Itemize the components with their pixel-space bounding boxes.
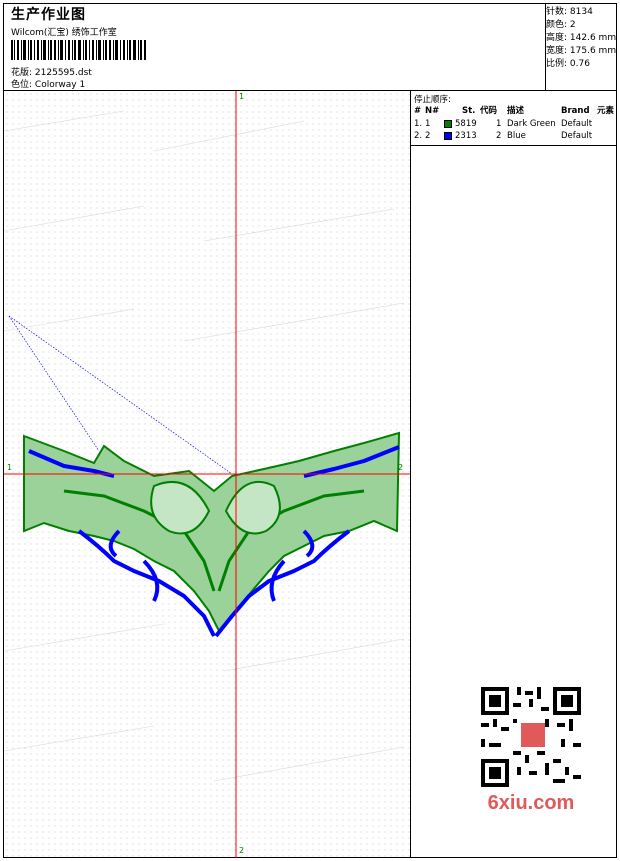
barcode-icon <box>11 40 146 60</box>
color-swatch-blue <box>444 132 452 140</box>
watermark-text: 6xiu.com <box>487 792 575 814</box>
stat-height: 高度: 142.6 mm <box>546 33 617 43</box>
design-stats: 针数: 8134 颜色: 2 高度: 142.6 mm 宽度: 175.6 mm… <box>546 6 618 71</box>
center-axes <box>4 91 410 858</box>
embroidery-design <box>4 91 410 858</box>
qr-logo-icon <box>521 723 545 747</box>
colorway-value: Colorway 1 <box>34 80 86 90</box>
header-info: 生产作业图 Wilcom(汇宝) 绣饰工作室 花版: 2125595.dst 色… <box>7 4 546 90</box>
watermark: 6xiu.com <box>471 682 591 822</box>
stat-width: 宽度: 175.6 mm <box>546 46 617 56</box>
stop-row[interactable]: 1. 1 5819 1 Dark Green Default <box>411 118 616 130</box>
page-title: 生产作业图 <box>11 7 86 23</box>
axis-label-right: 2 <box>398 463 404 472</box>
stop-row[interactable]: 2. 2 2313 2 Blue Default <box>411 130 616 142</box>
background-texture <box>4 110 405 782</box>
stat-stitches: 针数: 8134 <box>546 7 593 17</box>
stop-sequence-header: # N# St. 代码 描述 Brand 元素 <box>414 106 615 116</box>
stat-scale: 比例: 0.76 <box>546 59 590 69</box>
axis-label-left: 1 <box>7 463 13 472</box>
color-swatch-green <box>444 120 452 128</box>
axis-label-top: 1 <box>239 92 245 101</box>
axis-label-bottom: 2 <box>239 846 245 855</box>
colorway-line: 色位: Colorway 1 <box>11 77 85 90</box>
stop-sequence-panel: 停止顺序: # N# St. 代码 描述 Brand 元素 1. 1 5819 … <box>411 91 616 146</box>
stop-sequence-title: 停止顺序: <box>414 95 451 105</box>
production-sheet: 生产作业图 Wilcom(汇宝) 绣饰工作室 花版: 2125595.dst 色… <box>3 3 617 858</box>
software-subtitle: Wilcom(汇宝) 绣饰工作室 <box>11 28 117 38</box>
qr-code-icon <box>481 687 581 787</box>
stat-colors: 颜色: 2 <box>546 20 576 30</box>
design-preview-canvas: 1 2 1 2 <box>4 91 411 858</box>
colorway-label: 色位: <box>11 80 33 90</box>
